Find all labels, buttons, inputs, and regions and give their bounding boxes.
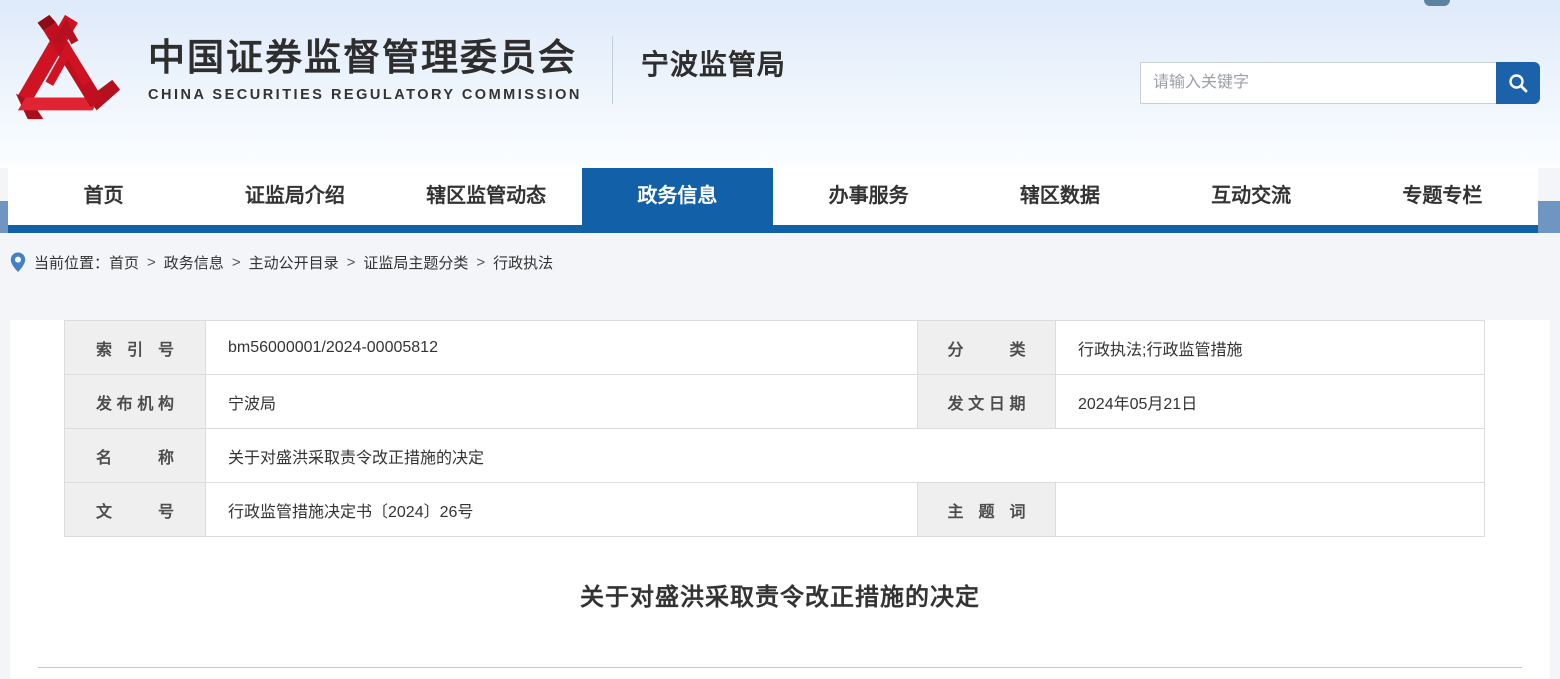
breadcrumb: 当前位置： 首页 > 政务信息 > 主动公开目录 > 证监局主题分类 > 行政执… bbox=[0, 233, 1560, 292]
table-row: 发布机构 宁波局 发文日期 2024年05月21日 bbox=[64, 374, 1485, 429]
breadcrumb-link-enforcement[interactable]: 行政执法 bbox=[493, 252, 553, 273]
org-name-en: CHINA SECURITIES REGULATORY COMMISSION bbox=[148, 87, 582, 104]
nav-item-home[interactable]: 首页 bbox=[8, 168, 199, 225]
header-divider bbox=[611, 36, 613, 104]
nav-edge-right bbox=[1538, 201, 1560, 233]
table-row: 文号 行政监管措施决定书〔2024〕26号 主题词 bbox=[64, 482, 1485, 537]
search-input[interactable] bbox=[1140, 62, 1496, 104]
breadcrumb-separator: > bbox=[346, 254, 356, 271]
nav-item-bureau-intro[interactable]: 证监局介绍 bbox=[199, 168, 390, 225]
org-name-cn: 中国证券监督管理委员会 bbox=[148, 36, 577, 78]
search-button[interactable] bbox=[1496, 62, 1540, 104]
nav-item-services[interactable]: 办事服务 bbox=[773, 168, 964, 225]
breadcrumb-link-home[interactable]: 首页 bbox=[109, 252, 139, 273]
meta-value-doc-number: 行政监管措施决定书〔2024〕26号 bbox=[205, 482, 918, 537]
meta-value-issue-date: 2024年05月21日 bbox=[1055, 374, 1485, 429]
table-row: 索引号 bm56000001/2024-00005812 分类 行政执法;行政监… bbox=[64, 320, 1485, 375]
meta-label-index-no: 索引号 bbox=[64, 320, 206, 375]
nav-item-gov-info[interactable]: 政务信息 bbox=[581, 168, 773, 233]
csrc-logo bbox=[15, 14, 121, 120]
meta-label-issuer: 发布机构 bbox=[64, 374, 206, 429]
nav-bottom-strip bbox=[8, 225, 1538, 233]
meta-value-issuer: 宁波局 bbox=[205, 374, 918, 429]
meta-value-category: 行政执法;行政监管措施 bbox=[1055, 320, 1485, 375]
table-row: 名称 关于对盛洪采取责令改正措施的决定 bbox=[64, 428, 1485, 483]
nav-edge-left bbox=[0, 201, 8, 233]
search-bar bbox=[1140, 62, 1540, 104]
content-card: 索引号 bm56000001/2024-00005812 分类 行政执法;行政监… bbox=[10, 320, 1550, 679]
breadcrumb-separator: > bbox=[147, 254, 156, 271]
meta-label-title: 名称 bbox=[64, 428, 206, 483]
meta-label-category: 分类 bbox=[917, 320, 1056, 375]
search-icon bbox=[1509, 74, 1528, 93]
location-pin-icon bbox=[10, 252, 26, 273]
breadcrumb-link-open-directory[interactable]: 主动公开目录 bbox=[249, 252, 339, 273]
article-title: 关于对盛洪采取责令改正措施的决定 bbox=[580, 584, 980, 611]
article-divider bbox=[38, 667, 1522, 668]
main-nav: 首页 证监局介绍 辖区监管动态 政务信息 办事服务 辖区数据 互动交流 专题专栏 bbox=[0, 168, 1560, 233]
meta-label-issue-date: 发文日期 bbox=[917, 374, 1056, 429]
nav-item-regional-news[interactable]: 辖区监管动态 bbox=[391, 168, 582, 225]
document-meta-table: 索引号 bm56000001/2024-00005812 分类 行政执法;行政监… bbox=[64, 320, 1485, 537]
site-header: 中国证券监督管理委员会 CHINA SECURITIES REGULATORY … bbox=[0, 0, 1560, 168]
meta-value-index-no: bm56000001/2024-00005812 bbox=[205, 320, 918, 375]
nav-item-special-topics[interactable]: 专题专栏 bbox=[1347, 168, 1538, 225]
nav-item-interaction[interactable]: 互动交流 bbox=[1156, 168, 1347, 225]
bureau-name: 宁波监管局 bbox=[640, 49, 786, 80]
nav-item-regional-data[interactable]: 辖区数据 bbox=[964, 168, 1155, 225]
breadcrumb-link-gov-info[interactable]: 政务信息 bbox=[164, 252, 224, 273]
meta-value-title: 关于对盛洪采取责令改正措施的决定 bbox=[205, 428, 1485, 483]
meta-label-doc-number: 文号 bbox=[64, 482, 206, 537]
breadcrumb-link-topic-category[interactable]: 证监局主题分类 bbox=[363, 252, 468, 273]
breadcrumb-separator: > bbox=[476, 254, 486, 271]
breadcrumb-separator: > bbox=[231, 254, 241, 271]
meta-label-keywords: 主题词 bbox=[917, 482, 1056, 537]
clipped-widget-icon bbox=[1424, 0, 1450, 6]
meta-value-keywords bbox=[1055, 482, 1485, 537]
breadcrumb-prefix: 当前位置： bbox=[34, 255, 110, 272]
